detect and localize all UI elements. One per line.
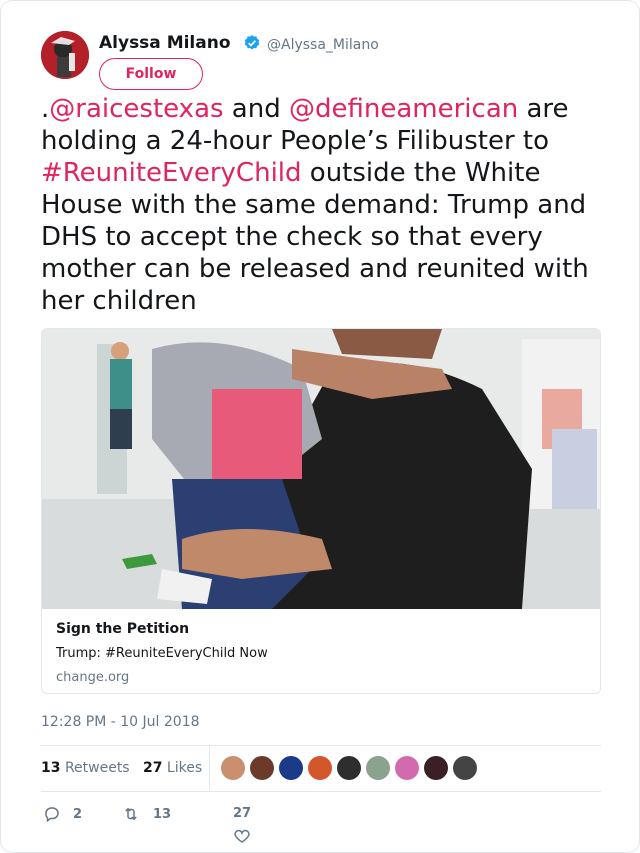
liker-avatars (221, 756, 482, 780)
retweet-count: 13 (153, 806, 172, 822)
tweet-stats: 13 Retweets 27 Likes (41, 760, 202, 776)
reply-icon (45, 807, 59, 823)
divider (41, 745, 601, 746)
tweet-timestamp[interactable]: 12:28 PM - 10 Jul 2018 (41, 714, 200, 730)
retweets-count: 13 (41, 760, 61, 776)
liker-avatar[interactable] (250, 756, 274, 780)
card-title[interactable]: Sign the Petition (56, 621, 268, 637)
follow-button[interactable]: Follow (99, 58, 203, 90)
preview-image (42, 329, 600, 609)
likes-stat[interactable]: 27 Likes (143, 760, 202, 776)
divider (41, 791, 601, 792)
retweet-action[interactable]: 13 (121, 805, 171, 823)
liker-avatar[interactable] (453, 756, 477, 780)
card-description: Trump: #ReuniteEveryChild Now (56, 646, 268, 661)
like-count: 27 (232, 806, 252, 821)
liker-avatar[interactable] (366, 756, 390, 780)
link-preview-card[interactable]: Sign the Petition Trump: #ReuniteEveryCh… (41, 328, 601, 694)
reply-action[interactable]: 2 (43, 805, 82, 823)
tweet-card: Alyssa Milano @Alyssa_Milano Follow .@ra… (0, 0, 640, 853)
tweet-text-segment: and (223, 94, 289, 124)
tweet-link[interactable]: @defineamerican (289, 94, 518, 124)
stats-divider (209, 746, 210, 790)
liker-avatar[interactable] (424, 756, 448, 780)
tweet-link[interactable]: #ReuniteEveryChild (41, 158, 302, 188)
heart-icon (234, 829, 250, 843)
liker-avatar[interactable] (279, 756, 303, 780)
retweet-icon (125, 807, 137, 821)
reply-count: 2 (73, 806, 83, 822)
retweets-stat[interactable]: 13 Retweets (41, 760, 130, 776)
liker-avatar[interactable] (337, 756, 361, 780)
likes-count: 27 (142, 760, 163, 776)
author-handle[interactable]: @Alyssa_Milano (267, 37, 379, 53)
card-domain: change.org (56, 670, 130, 685)
liker-avatar[interactable] (395, 756, 419, 780)
retweets-label: Retweets (64, 760, 130, 776)
tweet-link[interactable]: @raicestexas (49, 94, 223, 124)
tweet-text: .@raicestexas and @defineamerican are ho… (41, 93, 611, 317)
liker-avatar[interactable] (221, 756, 245, 780)
verified-badge-icon (244, 35, 260, 50)
author-name[interactable]: Alyssa Milano (99, 33, 231, 53)
likes-label: Likes (166, 760, 203, 776)
liker-avatar[interactable] (308, 756, 332, 780)
author-avatar[interactable] (41, 31, 89, 79)
like-action[interactable]: 27 (227, 806, 257, 849)
